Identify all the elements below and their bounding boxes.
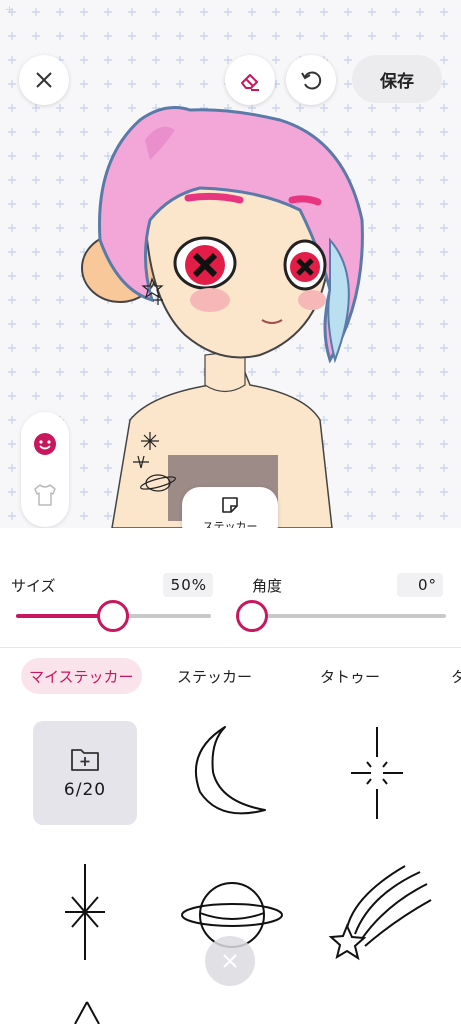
crescent-moon-icon[interactable] — [185, 722, 280, 822]
angle-slider-thumb[interactable] — [236, 600, 268, 632]
angle-label: 角度 — [252, 577, 283, 595]
sparkle-icon[interactable] — [345, 725, 409, 821]
tab-stickers[interactable]: ステッカー — [177, 658, 252, 694]
folder-add-icon — [71, 749, 99, 771]
tab-my-stickers[interactable]: マイステッカー — [21, 658, 142, 694]
face-category-button[interactable] — [33, 432, 57, 460]
tab-more[interactable]: タ — [451, 658, 461, 694]
size-slider-thumb[interactable] — [97, 600, 129, 632]
face-icon — [34, 433, 56, 455]
category-side-panel — [21, 412, 69, 527]
eraser-button[interactable] — [225, 55, 275, 105]
undo-button[interactable] — [286, 55, 336, 105]
sticker-count: 6/20 — [63, 780, 107, 800]
shirt-icon — [34, 484, 56, 506]
close-icon — [36, 72, 52, 88]
triangle-icon[interactable] — [72, 1000, 102, 1024]
divider — [0, 647, 461, 648]
save-button[interactable]: 保存 — [352, 55, 442, 103]
undo-icon — [301, 71, 322, 90]
close-button[interactable] — [19, 55, 69, 105]
my-stickers-folder[interactable]: 6/20 — [33, 721, 137, 825]
star-burst-icon[interactable] — [60, 862, 110, 962]
tab-tattoo[interactable]: タトゥー — [320, 658, 380, 694]
size-label: サイズ — [11, 577, 56, 595]
sticker-icon — [222, 497, 238, 513]
avatar-canvas[interactable]: 保存 — [0, 0, 461, 528]
clothes-category-button[interactable] — [31, 482, 59, 512]
close-icon — [223, 954, 237, 968]
shooting-star-icon[interactable] — [325, 860, 435, 965]
dismiss-button[interactable] — [205, 936, 255, 986]
size-value: 50% — [163, 573, 213, 597]
eraser-icon — [241, 74, 259, 91]
angle-value: 0° — [397, 573, 443, 597]
angle-slider-track[interactable] — [252, 614, 446, 618]
